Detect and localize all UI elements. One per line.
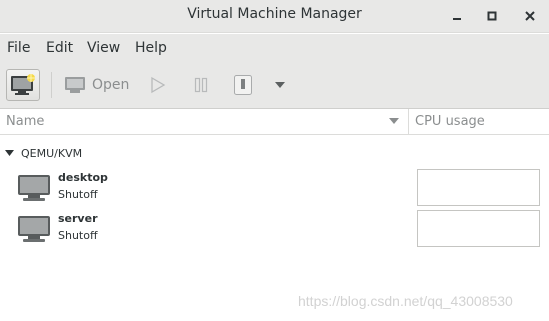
chevron-down-icon xyxy=(275,82,285,88)
column-name[interactable]: Name xyxy=(6,114,44,129)
shutdown-button[interactable] xyxy=(233,74,253,96)
menu-bar: File Edit View Help xyxy=(0,34,549,62)
vm-name: desktop xyxy=(58,171,108,184)
vm-row-desktop[interactable]: desktop Shutoff xyxy=(0,169,549,207)
connection-row[interactable]: QEMU/KVM xyxy=(5,145,82,161)
new-vm-button[interactable] xyxy=(6,69,40,101)
vm-name: server xyxy=(58,212,98,225)
shutdown-icon xyxy=(234,75,252,95)
vm-row-server[interactable]: server Shutoff xyxy=(0,210,549,248)
vm-state: Shutoff xyxy=(58,229,98,242)
menu-help[interactable]: Help xyxy=(135,40,167,56)
minimize-button[interactable] xyxy=(446,6,468,26)
monitor-icon xyxy=(65,77,85,93)
close-icon xyxy=(525,11,535,21)
open-label: Open xyxy=(92,77,130,93)
toolbar: Open xyxy=(0,62,549,109)
maximize-button[interactable] xyxy=(481,6,503,26)
menu-edit[interactable]: Edit xyxy=(46,40,73,56)
expander-down-icon[interactable] xyxy=(5,149,15,157)
connection-label: QEMU/KVM xyxy=(21,146,83,160)
play-icon xyxy=(151,76,166,94)
vm-monitor-icon xyxy=(18,175,50,201)
vm-monitor-icon xyxy=(18,216,50,242)
menu-view[interactable]: View xyxy=(87,40,120,56)
maximize-icon xyxy=(487,11,497,21)
new-vm-icon xyxy=(11,74,35,95)
pause-button[interactable] xyxy=(193,76,209,94)
cpu-usage-graph xyxy=(417,169,540,206)
column-cpu-usage[interactable]: CPU usage xyxy=(415,114,485,129)
column-divider xyxy=(408,109,409,135)
column-header: Name CPU usage xyxy=(0,109,549,135)
open-button[interactable]: Open xyxy=(64,74,129,96)
menu-file[interactable]: File xyxy=(7,40,30,56)
pause-icon xyxy=(194,77,208,93)
shutdown-menu-button[interactable] xyxy=(274,81,286,89)
run-button[interactable] xyxy=(150,76,166,94)
watermark: https://blog.csdn.net/qq_43008530 xyxy=(298,293,513,309)
sort-down-icon[interactable] xyxy=(389,118,399,126)
title-bar: Virtual Machine Manager xyxy=(0,0,549,33)
cpu-usage-graph xyxy=(417,210,540,247)
vm-state: Shutoff xyxy=(58,188,98,201)
close-button[interactable] xyxy=(519,6,541,26)
minimize-icon xyxy=(453,18,461,20)
toolbar-separator xyxy=(51,72,52,98)
